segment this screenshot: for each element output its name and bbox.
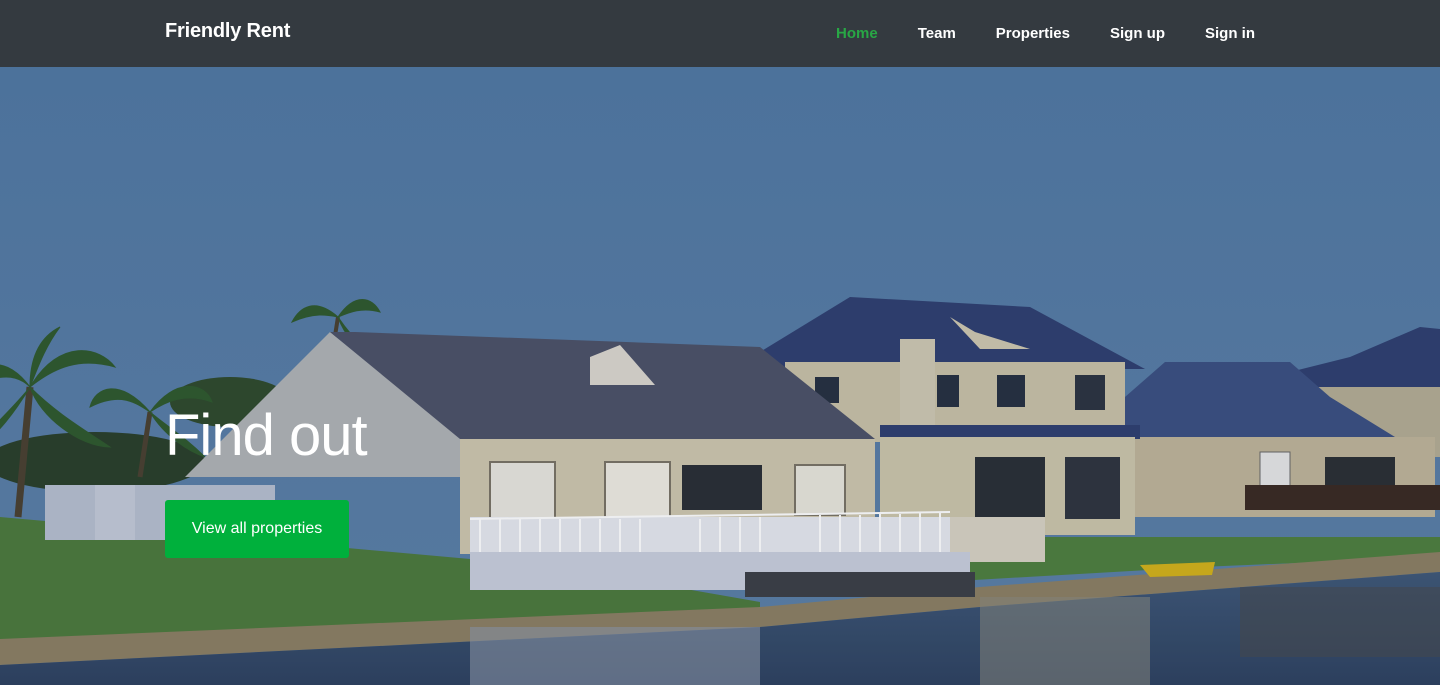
nav-links: Home Team Properties Sign up Sign in	[796, 24, 1255, 44]
nav-link-team[interactable]: Team	[918, 24, 956, 44]
nav-link-home[interactable]: Home	[836, 24, 878, 44]
nav-link-sign-up[interactable]: Sign up	[1110, 24, 1165, 44]
navbar: Friendly Rent Home Team Properties Sign …	[0, 0, 1440, 67]
nav-link-sign-in[interactable]: Sign in	[1205, 24, 1255, 44]
brand-logo[interactable]: Friendly Rent	[165, 20, 290, 43]
view-all-properties-button[interactable]: View all properties	[165, 500, 349, 558]
nav-link-properties[interactable]: Properties	[996, 24, 1070, 44]
hero-section: Find out View all properties	[0, 67, 1440, 685]
hero-background-image	[0, 67, 1440, 685]
hero-title: Find out	[165, 403, 368, 468]
